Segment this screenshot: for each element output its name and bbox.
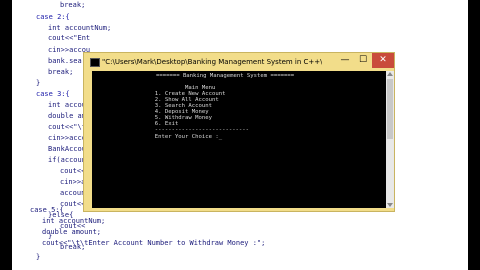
- scroll-thumb[interactable]: [387, 79, 393, 139]
- code-line: case 5:{: [30, 206, 64, 214]
- maximize-icon[interactable]: ☐: [354, 53, 372, 68]
- code-line: break;: [48, 68, 74, 76]
- code-line: cout<<"\t\tEnter Account Number to Withd…: [42, 239, 266, 247]
- code-line: cin>>a: [60, 178, 86, 186]
- console-line: ----------------------------: [148, 127, 250, 133]
- code-line: break;: [60, 1, 86, 9]
- console-line: ======= Banking Management System ======…: [156, 73, 295, 79]
- console-prompt[interactable]: Enter Your Choice :_: [148, 134, 222, 140]
- code-line: if(accoun: [48, 156, 86, 164]
- code-line: accoun: [60, 189, 86, 197]
- scroll-up-icon[interactable]: [387, 72, 393, 76]
- code-line: cout<<: [60, 167, 86, 175]
- code-line: int accountNum;: [48, 24, 112, 32]
- close-icon[interactable]: ✕: [372, 53, 394, 68]
- code-line: int accountNum;: [42, 217, 106, 225]
- console-titlebar[interactable]: "C:\Users\Mark\Desktop\Banking Managemen…: [84, 53, 394, 71]
- code-line: case 2:{: [36, 13, 70, 21]
- code-line: double amount;: [42, 228, 102, 236]
- code-line: BankAccou: [48, 145, 86, 153]
- console-window[interactable]: "C:\Users\Mark\Desktop\Banking Managemen…: [83, 52, 395, 212]
- code-line: cout<<: [60, 200, 86, 208]
- console-app-icon: [90, 58, 100, 67]
- code-line: cout<<"Ent: [48, 34, 91, 42]
- code-line: }: [36, 79, 41, 87]
- console-title: "C:\Users\Mark\Desktop\Banking Managemen…: [102, 58, 322, 66]
- left-letterbox: [0, 0, 12, 270]
- minimize-icon[interactable]: —: [336, 53, 354, 68]
- scroll-down-icon[interactable]: [387, 203, 393, 207]
- code-line: case 3:{: [36, 90, 70, 98]
- console-output[interactable]: ======= Banking Management System ======…: [92, 71, 386, 208]
- right-letterbox: [468, 0, 480, 270]
- code-line: }: [36, 253, 41, 261]
- console-scrollbar[interactable]: [386, 71, 394, 208]
